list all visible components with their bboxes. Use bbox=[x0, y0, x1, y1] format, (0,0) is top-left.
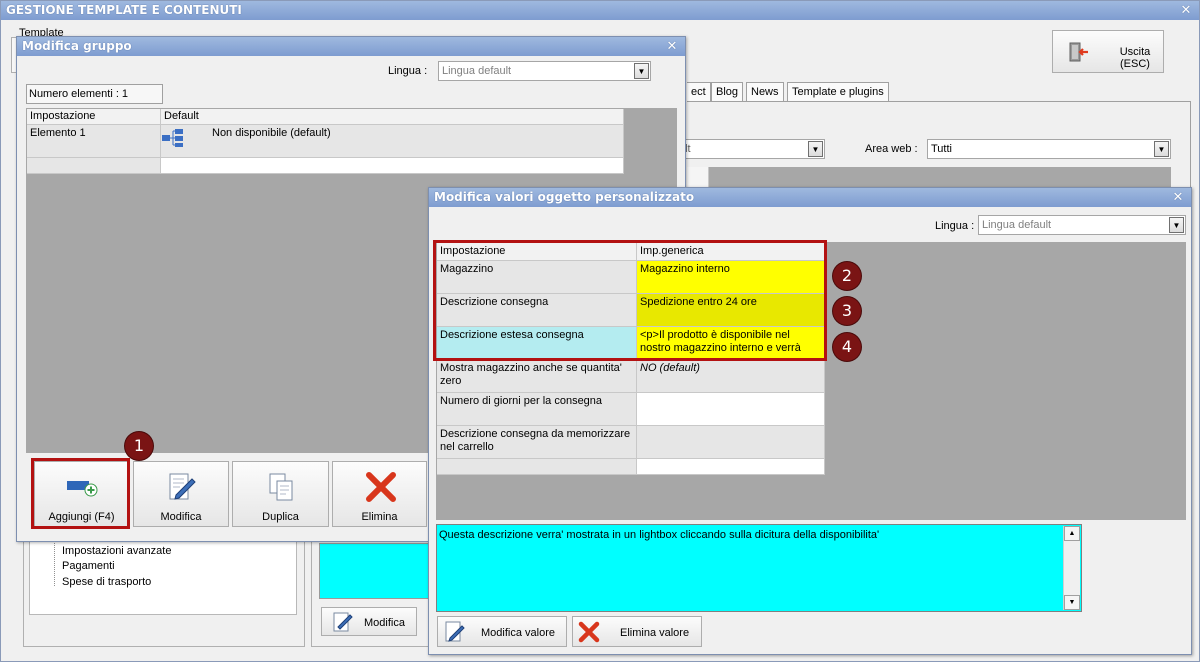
callout-badge-1: 1 bbox=[125, 432, 153, 460]
group-dialog-title-bar: Modifica gruppo ✕ bbox=[17, 37, 685, 56]
main-modify-label: Modifica bbox=[364, 617, 405, 629]
area-web-combo[interactable]: Tutti ▼ bbox=[927, 139, 1171, 159]
group-lingua-value: Lingua default bbox=[442, 65, 512, 77]
group-empty-row bbox=[27, 158, 161, 174]
object-row-name[interactable]: Mostra magazzino anche se quantita' zero bbox=[437, 360, 637, 393]
tab-blog[interactable]: Blog bbox=[711, 82, 744, 102]
edit-pencil-icon bbox=[333, 612, 353, 632]
object-dialog-title: Modifica valori oggetto personalizzato bbox=[434, 190, 695, 204]
group-row-value-cell[interactable]: Non disponibile (default) bbox=[161, 125, 624, 158]
group-lingua-label: Lingua : bbox=[388, 65, 428, 77]
object-lingua-combo[interactable]: Lingua default ▼ bbox=[978, 215, 1186, 235]
delete-button-label: Elimina bbox=[361, 511, 398, 523]
object-lingua-label: Lingua : bbox=[935, 220, 975, 232]
main-description-box bbox=[319, 543, 431, 599]
object-dialog-close-icon[interactable]: ✕ bbox=[1171, 188, 1185, 207]
edit-pencil-icon bbox=[445, 621, 465, 642]
modify-button[interactable]: Modifica bbox=[133, 461, 229, 527]
delete-x-icon bbox=[366, 472, 396, 502]
group-dialog-title: Modifica gruppo bbox=[22, 39, 132, 53]
description-text: Questa descrizione verra' mostrata in un… bbox=[439, 529, 880, 541]
group-dialog-close-icon[interactable]: ✕ bbox=[665, 37, 679, 56]
element-count-box: Numero elementi : 1 bbox=[26, 84, 163, 104]
tree-connector bbox=[54, 540, 55, 586]
tab-panel-border bbox=[1190, 101, 1191, 191]
group-row-value: Non disponibile (default) bbox=[212, 127, 331, 139]
object-row-value[interactable]: NO (default) bbox=[637, 360, 825, 393]
delete-button[interactable]: Elimina bbox=[332, 461, 427, 527]
delete-x-icon bbox=[578, 621, 600, 643]
object-lingua-value: Lingua default bbox=[982, 219, 1052, 231]
modify-value-label: Modifica valore bbox=[481, 627, 555, 639]
modify-value-button[interactable]: Modifica valore bbox=[437, 616, 567, 647]
object-empty-row bbox=[437, 459, 637, 475]
group-empty-row-value bbox=[161, 158, 624, 174]
main-close-icon[interactable]: ✕ bbox=[1179, 1, 1193, 20]
main-title: GESTIONE TEMPLATE E CONTENUTI bbox=[6, 3, 242, 17]
hierarchy-icon bbox=[162, 129, 183, 147]
exit-button[interactable]: Uscita (ESC) bbox=[1052, 30, 1164, 73]
tab-template-plugins[interactable]: Template e plugins bbox=[787, 82, 889, 102]
object-row-name[interactable]: Numero di giorni per la consegna bbox=[437, 393, 637, 426]
object-dialog-title-bar: Modifica valori oggetto personalizzato ✕ bbox=[429, 188, 1191, 207]
duplicate-button[interactable]: Duplica bbox=[232, 461, 329, 527]
group-lingua-arrow-icon[interactable]: ▼ bbox=[634, 63, 649, 79]
main-title-bar: GESTIONE TEMPLATE E CONTENUTI ✕ bbox=[1, 1, 1199, 20]
delete-value-button[interactable]: Elimina valore bbox=[572, 616, 702, 647]
element-count-label: Numero elementi : 1 bbox=[29, 88, 129, 100]
tab-news[interactable]: News bbox=[746, 82, 784, 102]
tree-view[interactable]: Impostazioni avanzate Pagamenti Spese di… bbox=[29, 539, 297, 615]
group-row-name[interactable]: Elemento 1 bbox=[27, 125, 161, 158]
description-scrollbar[interactable]: ▲ ▼ bbox=[1063, 526, 1080, 610]
callout-box-add bbox=[31, 458, 130, 529]
edit-pencil-icon bbox=[169, 473, 196, 500]
object-row-value[interactable] bbox=[637, 426, 825, 459]
tree-item-pagamenti[interactable]: Pagamenti bbox=[62, 560, 115, 572]
area-web-arrow-icon[interactable]: ▼ bbox=[1154, 141, 1169, 157]
callout-badge-2: 2 bbox=[833, 262, 861, 290]
tab-divider bbox=[687, 101, 1191, 102]
area-web-label: Area web : bbox=[865, 143, 918, 155]
group-col-header-default: Default bbox=[161, 109, 624, 125]
filter-combo[interactable]: ult ▼ bbox=[675, 139, 825, 159]
area-web-value: Tutti bbox=[931, 143, 952, 155]
object-lingua-arrow-icon[interactable]: ▼ bbox=[1169, 217, 1184, 233]
exit-button-label: Uscita (ESC) bbox=[1119, 46, 1151, 70]
callout-box-values bbox=[433, 240, 827, 361]
filter-combo-arrow-icon[interactable]: ▼ bbox=[808, 141, 823, 157]
tab-ect[interactable]: ect bbox=[687, 82, 711, 102]
modify-button-label: Modifica bbox=[160, 511, 202, 523]
exit-door-icon bbox=[1069, 42, 1088, 62]
delete-value-label: Elimina valore bbox=[620, 627, 690, 639]
scroll-down-icon[interactable]: ▼ bbox=[1064, 595, 1080, 610]
group-lingua-combo[interactable]: Lingua default ▼ bbox=[438, 61, 651, 81]
duplicate-pages-icon bbox=[269, 473, 293, 501]
main-grid-header-cell bbox=[687, 167, 709, 189]
object-row-name[interactable]: Descrizione consegna da memorizzare nel … bbox=[437, 426, 637, 459]
scroll-up-icon[interactable]: ▲ bbox=[1064, 526, 1080, 541]
group-col-header-impostazione: Impostazione bbox=[27, 109, 161, 125]
callout-badge-4: 4 bbox=[833, 333, 861, 361]
main-modify-button[interactable]: Modifica bbox=[321, 607, 417, 636]
object-row-value[interactable] bbox=[637, 393, 825, 426]
duplicate-button-label: Duplica bbox=[262, 511, 299, 523]
object-empty-row-value bbox=[637, 459, 825, 475]
main-grid-background bbox=[687, 167, 1171, 189]
tree-item-impostazioni-avanzate[interactable]: Impostazioni avanzate bbox=[62, 545, 171, 557]
callout-badge-3: 3 bbox=[833, 297, 861, 325]
tree-item-spese-trasporto[interactable]: Spese di trasporto bbox=[62, 576, 151, 588]
description-textarea[interactable]: Questa descrizione verra' mostrata in un… bbox=[436, 524, 1082, 612]
